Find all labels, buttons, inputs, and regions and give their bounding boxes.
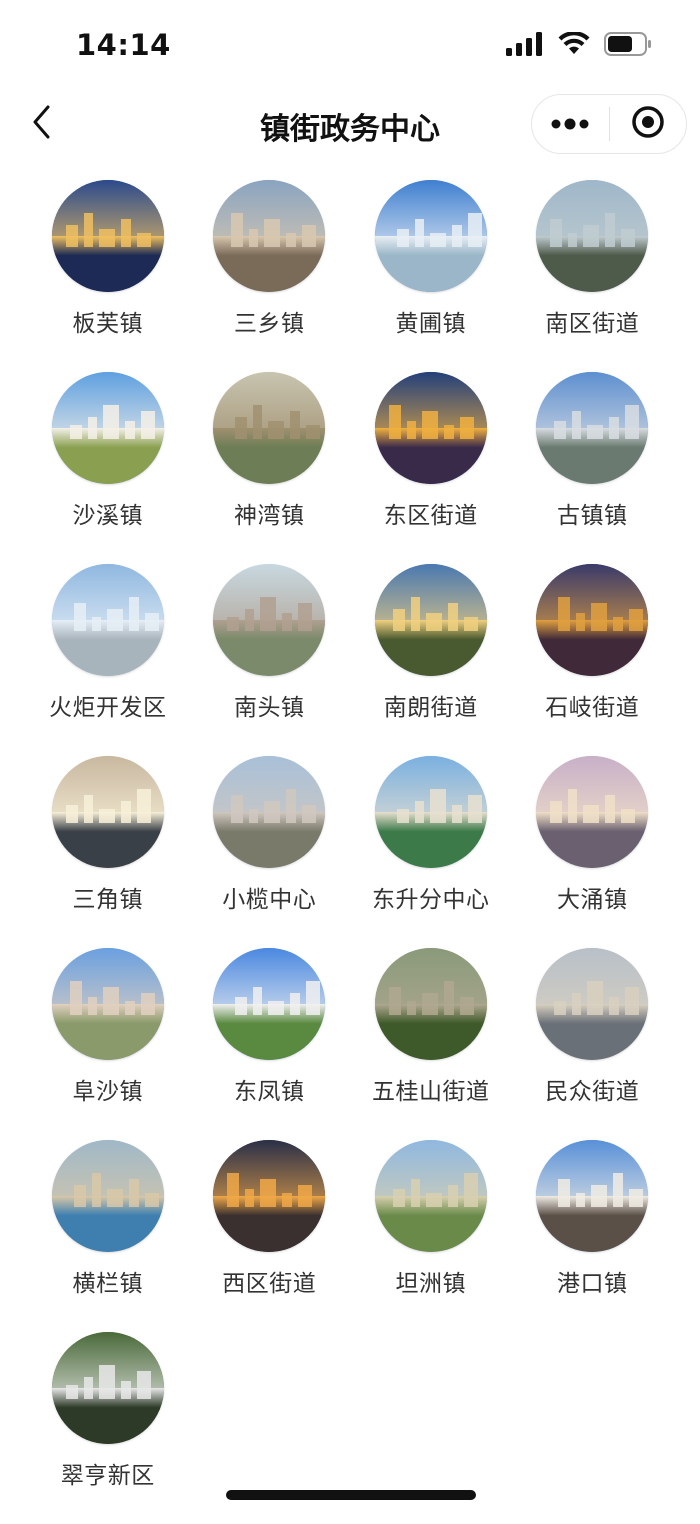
center-label: 东凤镇 <box>234 1079 305 1105</box>
center-photo <box>51 372 164 484</box>
center-label: 南朗街道 <box>383 695 478 721</box>
center-label: 东升分中心 <box>372 887 490 913</box>
center-photo <box>213 180 326 292</box>
center-item[interactable]: 横栏镇 <box>27 1140 189 1332</box>
center-photo <box>374 948 487 1060</box>
center-item[interactable]: 石岐街道 <box>512 564 674 756</box>
center-photo <box>51 948 164 1060</box>
center-item[interactable]: 阜沙镇 <box>27 948 189 1140</box>
center-item[interactable]: 神湾镇 <box>189 372 351 564</box>
center-photo <box>213 1140 326 1252</box>
center-item[interactable]: 大涌镇 <box>512 756 674 948</box>
center-label: 石岐街道 <box>545 695 640 721</box>
center-photo <box>536 1140 649 1252</box>
home-indicator <box>226 1490 476 1500</box>
center-item[interactable]: 南朗街道 <box>350 564 512 756</box>
center-item[interactable]: 南区街道 <box>512 180 674 372</box>
center-item[interactable]: 西区街道 <box>189 1140 351 1332</box>
center-photo <box>51 1332 164 1444</box>
center-photo <box>213 756 326 868</box>
center-label: 黄圃镇 <box>395 311 466 337</box>
center-photo <box>213 564 326 676</box>
center-item[interactable]: 港口镇 <box>512 1140 674 1332</box>
status-bar: 14:14 <box>0 0 700 90</box>
center-item[interactable]: 三乡镇 <box>189 180 351 372</box>
center-label: 古镇镇 <box>557 503 628 529</box>
center-item[interactable]: 坦洲镇 <box>350 1140 512 1332</box>
more-dots-icon <box>550 115 590 134</box>
center-photo <box>374 1140 487 1252</box>
cellular-signal-icon <box>506 32 544 60</box>
center-label: 板芙镇 <box>72 311 143 337</box>
center-photo <box>374 756 487 868</box>
center-grid: 板芙镇 三乡镇 黄圃镇 南区街道沙溪镇 神湾镇 东区街道 古镇镇火炬开发区 南头镇 南朗街道 石岐… <box>27 180 673 1524</box>
center-label: 三乡镇 <box>234 311 305 337</box>
center-photo <box>374 180 487 292</box>
center-photo <box>51 1140 164 1252</box>
center-item[interactable]: 板芙镇 <box>27 180 189 372</box>
center-label: 港口镇 <box>557 1271 628 1297</box>
center-label: 南区街道 <box>545 311 640 337</box>
center-photo <box>374 372 487 484</box>
center-photo <box>51 180 164 292</box>
center-label: 横栏镇 <box>72 1271 143 1297</box>
battery-icon <box>604 32 652 60</box>
center-item[interactable]: 火炬开发区 <box>27 564 189 756</box>
close-target-icon <box>631 105 665 143</box>
center-photo <box>51 756 164 868</box>
center-photo <box>536 756 649 868</box>
center-photo <box>213 948 326 1060</box>
nav-bar: 镇街政务中心 <box>0 92 700 156</box>
center-item[interactable]: 五桂山街道 <box>350 948 512 1140</box>
center-label: 阜沙镇 <box>72 1079 143 1105</box>
more-button[interactable] <box>532 95 609 153</box>
center-item[interactable]: 民众街道 <box>512 948 674 1140</box>
center-photo <box>536 564 649 676</box>
center-label: 五桂山街道 <box>372 1079 490 1105</box>
center-label: 火炬开发区 <box>49 695 167 721</box>
center-item[interactable]: 南头镇 <box>189 564 351 756</box>
center-label: 西区街道 <box>222 1271 317 1297</box>
center-item[interactable]: 黄圃镇 <box>350 180 512 372</box>
center-label: 三角镇 <box>72 887 143 913</box>
center-item[interactable]: 三角镇 <box>27 756 189 948</box>
center-item[interactable]: 沙溪镇 <box>27 372 189 564</box>
center-label: 小榄中心 <box>222 887 317 913</box>
center-item[interactable]: 东升分中心 <box>350 756 512 948</box>
center-photo <box>536 180 649 292</box>
center-item[interactable]: 古镇镇 <box>512 372 674 564</box>
center-label: 南头镇 <box>234 695 305 721</box>
status-icons <box>506 31 652 60</box>
center-label: 神湾镇 <box>234 503 305 529</box>
center-photo <box>536 948 649 1060</box>
status-time: 14:14 <box>76 28 171 62</box>
center-label: 民众街道 <box>545 1079 640 1105</box>
center-photo <box>536 372 649 484</box>
center-label: 翠亨新区 <box>60 1463 155 1489</box>
center-photo <box>374 564 487 676</box>
center-item[interactable]: 东区街道 <box>350 372 512 564</box>
center-photo <box>213 372 326 484</box>
mini-program-capsule <box>531 94 687 154</box>
center-label: 东区街道 <box>383 503 478 529</box>
center-item[interactable]: 翠亨新区 <box>27 1332 189 1524</box>
center-label: 沙溪镇 <box>72 503 143 529</box>
center-item[interactable]: 小榄中心 <box>189 756 351 948</box>
center-photo <box>51 564 164 676</box>
center-label: 坦洲镇 <box>395 1271 466 1297</box>
center-item[interactable]: 东凤镇 <box>189 948 351 1140</box>
center-label: 大涌镇 <box>557 887 628 913</box>
close-button[interactable] <box>610 95 687 153</box>
wifi-icon <box>558 31 590 60</box>
